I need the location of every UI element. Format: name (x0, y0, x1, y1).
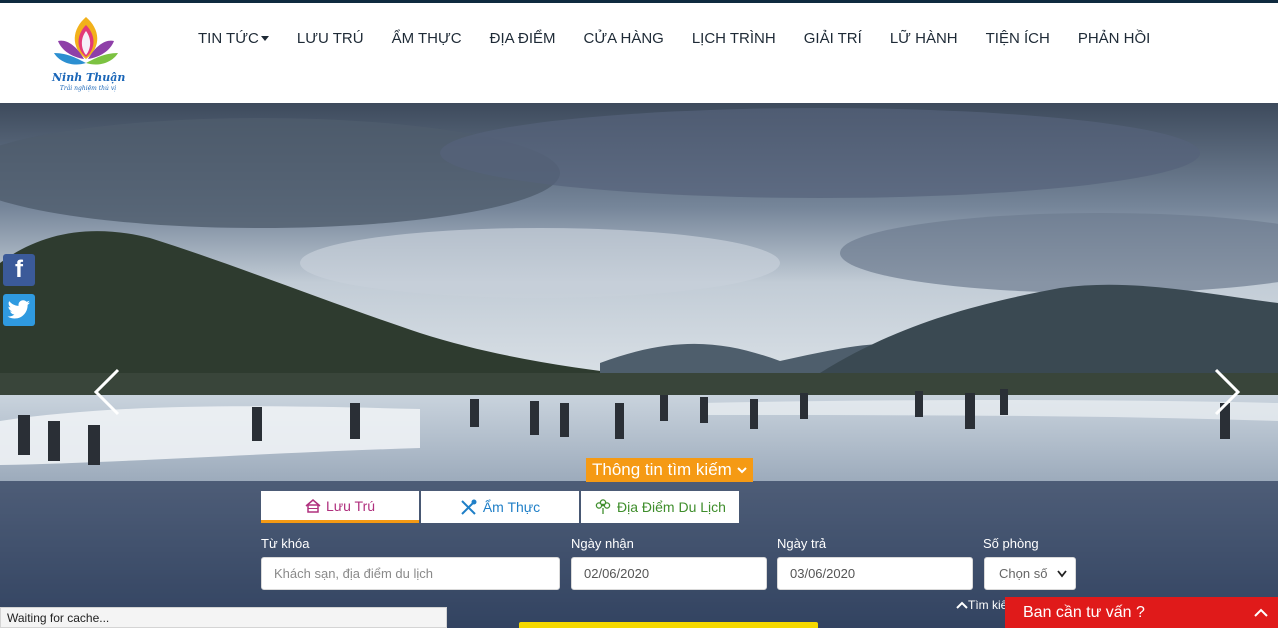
nav-label: PHẢN HỒI (1077, 29, 1151, 47)
tab-label: Địa Điểm Du Lịch (617, 499, 726, 515)
chevron-up-icon (1254, 608, 1268, 617)
tab-dia-diem-du-lich[interactable]: Địa Điểm Du Lịch (581, 491, 739, 523)
nav-label: LƯU TRÚ (296, 29, 364, 47)
nav-am-thuc[interactable]: ẨM THỰC (392, 30, 462, 47)
collapse-search-link[interactable]: Tìm kiế (956, 598, 1007, 612)
slider-next-button[interactable] (1212, 368, 1242, 416)
facebook-icon: f (15, 256, 23, 283)
rooms-selected-value: Chọn số (999, 566, 1048, 581)
logo-tagline: Trải nghiệm thú vị (59, 85, 117, 92)
twitter-icon (7, 300, 30, 319)
logo-name: Ninh Thuận (52, 71, 126, 84)
site-logo[interactable]: Ninh Thuận Trải nghiệm thú vị (48, 13, 126, 97)
nav-cua-hang[interactable]: CỬA HÀNG (584, 30, 664, 47)
tab-luu-tru[interactable]: Lưu Trú (261, 491, 419, 523)
site-header: Ninh Thuận Trải nghiệm thú vị TIN TỨC LƯ… (0, 3, 1278, 103)
checkout-label: Ngày trả (777, 536, 827, 551)
nav-lich-trinh[interactable]: LỊCH TRÌNH (692, 30, 776, 47)
nav-label: TIN TỨC (198, 29, 259, 47)
keyword-label: Từ khóa (261, 536, 310, 551)
lotus-logo-icon (54, 17, 118, 65)
nav-dia-diem[interactable]: ĐỊA ĐIỂM (490, 30, 556, 47)
slider-prev-button[interactable] (92, 368, 122, 416)
checkin-date-input[interactable] (571, 557, 767, 590)
flower-icon (595, 499, 611, 514)
nav-tin-tuc[interactable]: TIN TỨC (198, 30, 269, 47)
caret-down-icon (260, 35, 269, 41)
chevron-down-icon (737, 467, 747, 474)
nav-lu-hanh[interactable]: LỮ HÀNH (890, 30, 958, 47)
keyword-input[interactable] (261, 557, 560, 590)
twitter-share-button[interactable] (3, 294, 35, 326)
nav-label: GIẢI TRÍ (803, 29, 862, 47)
tab-label: Ẩm Thực (482, 499, 541, 515)
tab-am-thuc[interactable]: Ẩm Thực (421, 491, 579, 523)
nav-giai-tri[interactable]: GIẢI TRÍ (804, 30, 862, 47)
checkout-date-input[interactable] (777, 557, 973, 590)
search-toggle-label: Thông tin tìm kiếm (592, 460, 732, 479)
chevron-up-icon (956, 601, 968, 609)
chevron-left-icon (93, 368, 120, 416)
main-nav: TIN TỨC LƯU TRÚ ẨM THỰC ĐỊA ĐIỂM CỬA HÀN… (198, 28, 1150, 48)
chevron-right-icon (1214, 368, 1241, 416)
nav-tien-ich[interactable]: TIỆN ÍCH (986, 30, 1050, 47)
search-toggle-button[interactable]: Thông tin tìm kiếm (586, 458, 753, 482)
nav-label: LỊCH TRÌNH (691, 29, 776, 47)
nav-luu-tru[interactable]: LƯU TRÚ (297, 30, 364, 47)
chat-label: Ban cần tư vấn ? (1023, 603, 1145, 621)
nav-phan-hoi[interactable]: PHẢN HỒI (1078, 30, 1151, 47)
tab-label: Lưu Trú (325, 497, 376, 514)
chevron-down-icon (1057, 569, 1067, 577)
house-icon (305, 498, 321, 513)
nav-label: LỮ HÀNH (889, 29, 958, 47)
nav-label: ẨM THỰC (391, 29, 462, 47)
rooms-select[interactable]: Chọn số (984, 557, 1076, 590)
chat-consult-widget[interactable]: Ban cần tư vấn ? (1005, 597, 1278, 628)
search-submit-button[interactable] (519, 622, 818, 628)
nav-label: CỬA HÀNG (583, 29, 664, 47)
collapse-search-label: Tìm kiế (968, 598, 1008, 612)
rooms-label: Số phòng (983, 536, 1039, 551)
facebook-share-button[interactable]: f (3, 254, 35, 286)
nav-label: ĐỊA ĐIỂM (489, 29, 556, 47)
nav-label: TIỆN ÍCH (985, 29, 1050, 47)
utensils-icon (461, 499, 477, 515)
browser-status-bar: Waiting for cache... (0, 607, 447, 628)
checkin-label: Ngày nhận (571, 536, 634, 551)
